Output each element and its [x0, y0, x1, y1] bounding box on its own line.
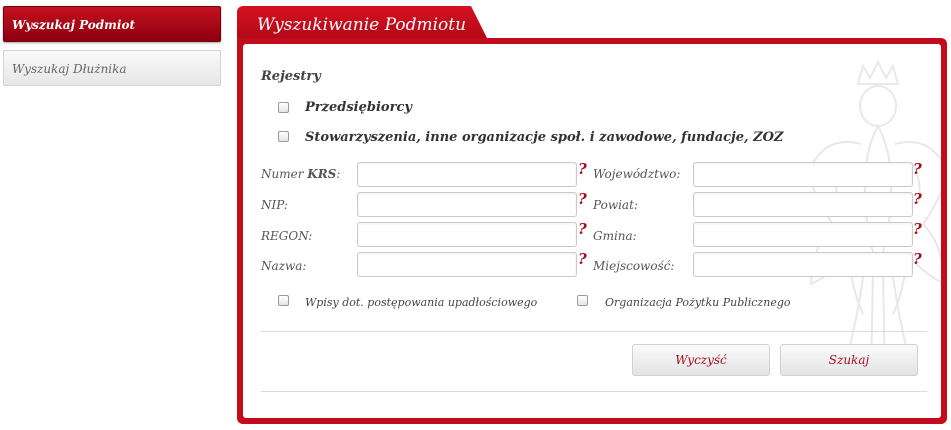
regon-input[interactable]: [357, 222, 577, 247]
sidebar-item-label: Wyszukaj Dłużnika: [12, 62, 127, 76]
krs-input[interactable]: [357, 162, 577, 187]
register-stowarzyszenia-label: Stowarzyszenia, inne organizacje społ. i…: [305, 130, 784, 145]
nip-help-icon[interactable]: ?: [578, 190, 587, 208]
miejscowosc-label: Miejscowość:: [593, 259, 675, 273]
gmina-input[interactable]: [693, 222, 913, 247]
powiat-input[interactable]: [693, 192, 913, 217]
register-stowarzyszenia-checkbox[interactable]: [278, 131, 289, 142]
krs-help-icon[interactable]: ?: [578, 160, 587, 178]
sidebar-item-label: Wyszukaj Podmiot: [12, 18, 135, 32]
regon-label: REGON:: [261, 229, 313, 243]
register-przedsiebiorcy-label: Przedsiębiorcy: [305, 100, 412, 115]
upadlosciowe-checkbox[interactable]: [278, 295, 289, 306]
search-panel: Rejestry Przedsiębiorcy Stowarzyszenia, …: [237, 38, 947, 424]
krs-label: Numer KRS:: [261, 167, 341, 181]
nip-label: NIP:: [261, 198, 288, 212]
panel-tab: Wyszukiwanie Podmiotu: [237, 6, 489, 42]
search-form: Rejestry Przedsiębiorcy Stowarzyszenia, …: [243, 44, 941, 418]
nazwa-label: Nazwa:: [261, 259, 307, 273]
wojewodztwo-label: Województwo:: [593, 167, 681, 181]
gmina-label: Gmina:: [593, 229, 637, 243]
sidebar-item-wyszukaj-podmiot[interactable]: Wyszukaj Podmiot: [3, 6, 221, 42]
nazwa-help-icon[interactable]: ?: [578, 250, 587, 268]
gmina-help-icon[interactable]: ?: [913, 220, 922, 238]
divider-bottom: [261, 391, 927, 392]
nip-input[interactable]: [357, 192, 577, 217]
upadlosciowe-label: Wpisy dot. postępowania upadłościowego: [305, 296, 538, 309]
registers-heading: Rejestry: [261, 69, 321, 84]
opp-label: Organizacja Pożytku Publicznego: [605, 296, 791, 309]
eagle-emblem-icon: [806, 59, 941, 375]
search-button[interactable]: Szukaj: [780, 344, 918, 376]
wojewodztwo-input[interactable]: [693, 162, 913, 187]
register-przedsiebiorcy-checkbox[interactable]: [278, 102, 289, 113]
divider: [261, 331, 927, 332]
powiat-help-icon[interactable]: ?: [913, 190, 922, 208]
nazwa-input[interactable]: [357, 252, 577, 277]
powiat-label: Powiat:: [593, 198, 638, 212]
clear-button[interactable]: Wyczyść: [632, 344, 770, 376]
miejscowosc-input[interactable]: [693, 252, 913, 277]
wojewodztwo-help-icon[interactable]: ?: [913, 160, 922, 178]
opp-checkbox[interactable]: [577, 295, 588, 306]
sidebar-item-wyszukaj-dluznika[interactable]: Wyszukaj Dłużnika: [3, 50, 221, 86]
regon-help-icon[interactable]: ?: [578, 220, 587, 238]
miejscowosc-help-icon[interactable]: ?: [913, 250, 922, 268]
